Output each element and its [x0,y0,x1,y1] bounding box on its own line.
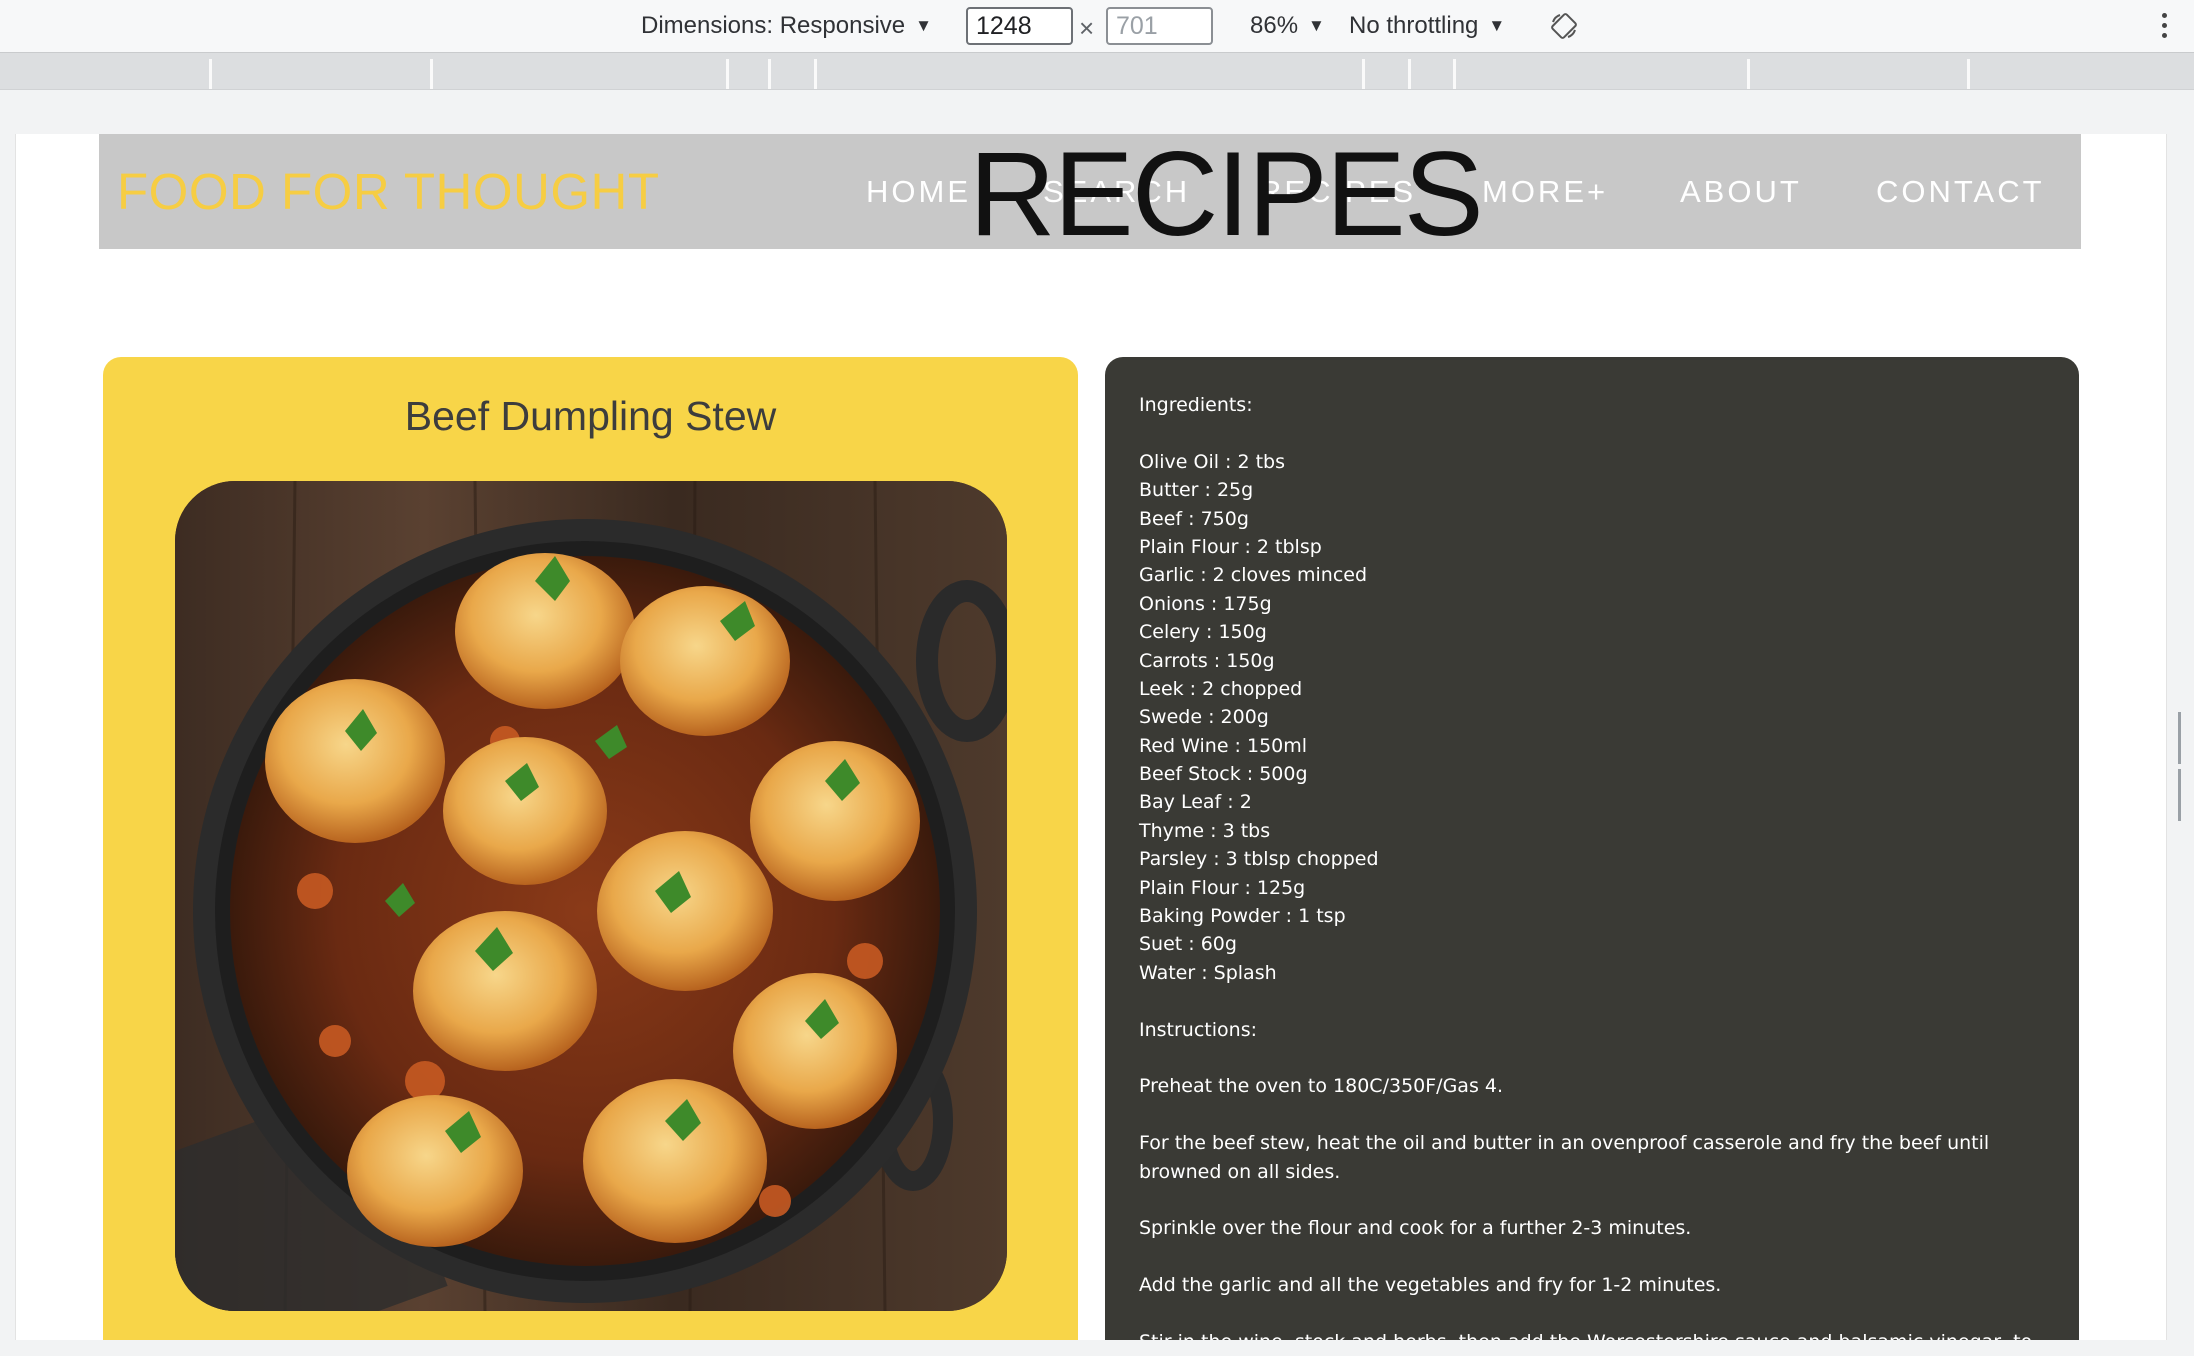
ingredient-item: Beef Stock : 500g [1139,763,1308,786]
recipe-details-card: Ingredients: Olive Oil : 2 tbs Butter : … [1105,357,2079,1340]
instruction-step: Add the garlic and all the vegetables an… [1139,1274,1722,1297]
page-title: RECIPES [969,134,1484,261]
rotate-icon[interactable] [1550,12,1578,40]
zoom-dropdown[interactable]: 86% ▼ [1250,0,1325,52]
instructions-heading: Instructions: [1139,1018,1257,1041]
caret-down-icon: ▼ [1488,16,1506,35]
more-options-icon[interactable] [2158,10,2170,44]
recipe-image-card: Beef Dumpling Stew [103,357,1078,1340]
instruction-step: For the beef stew, heat the oil and butt… [1139,1132,1990,1183]
nav-contact[interactable]: CONTACT [1876,174,2045,210]
device-toolbar: Dimensions: Responsive ▼ 1248 × 701 86% ▼ … [0,0,2194,53]
ingredient-item: Suet : 60g [1139,933,1237,956]
recipe-title: Beef Dumpling Stew [404,393,777,439]
ingredient-item: Parsley : 3 tblsp chopped [1139,848,1379,871]
ingredient-item: Leek : 2 chopped [1139,677,1303,700]
nav-about[interactable]: ABOUT [1680,174,1802,210]
ingredient-item: Olive Oil : 2 tbs [1139,450,1286,473]
ingredient-item: Swede : 200g [1139,706,1269,729]
ingredient-item: Baking Powder : 1 tsp [1139,905,1346,928]
instruction-step: Sprinkle over the flour and cook for a f… [1139,1217,1692,1240]
ingredient-item: Beef : 750g [1139,507,1249,530]
ingredient-item: Plain Flour : 125g [1139,876,1306,899]
ingredient-item: Garlic : 2 cloves minced [1139,564,1368,587]
ingredient-item: Plain Flour : 2 tblsp [1139,535,1322,558]
times-separator: × [1079,13,1095,43]
throttling-dropdown[interactable]: No throttling ▼ [1349,0,1505,52]
instruction-step: Preheat the oven to 180C/350F/Gas 4. [1139,1075,1504,1098]
throttling-label: No throttling [1349,12,1479,39]
dimensions-label: Dimensions: Responsive [641,12,906,39]
ingredient-item: Thyme : 3 tbs [1139,819,1271,842]
dimensions-dropdown[interactable]: Dimensions: Responsive ▼ [641,0,932,52]
ingredient-item: Water : Splash [1139,961,1277,984]
media-query-ruler[interactable] [0,53,2194,90]
page-viewport: FOOD FOR THOUGHT HOME SEARCH RECIPES MOR… [15,134,2167,1340]
resize-handle[interactable] [2178,712,2188,821]
stew-image [175,481,1007,1311]
zoom-label: 86% [1250,12,1299,39]
width-input[interactable]: 1248 [966,7,1073,45]
height-input[interactable]: 701 [1106,7,1213,45]
ingredient-item: Carrots : 150g [1139,649,1275,672]
caret-down-icon: ▼ [915,16,932,35]
ingredient-item: Bay Leaf : 2 [1139,791,1252,814]
caret-down-icon: ▼ [1308,16,1325,35]
recipe-photo [175,481,1007,1311]
instruction-step: Stir in the wine, stock and herbs, then … [1139,1328,2049,1340]
site-header: FOOD FOR THOUGHT HOME SEARCH RECIPES MOR… [99,134,2081,261]
ingredient-item: Butter : 25g [1139,479,1254,502]
nav-home[interactable]: HOME [866,174,971,210]
recipe-details-text: Ingredients: Olive Oil : 2 tbs Butter : … [1139,391,2049,1340]
nav-more[interactable]: MORE+ [1482,174,1608,210]
ingredient-item: Onions : 175g [1139,592,1272,615]
ingredient-item: Celery : 150g [1139,621,1267,644]
ingredient-item: Red Wine : 150ml [1139,734,1308,757]
ingredients-heading: Ingredients: [1139,394,1253,416]
